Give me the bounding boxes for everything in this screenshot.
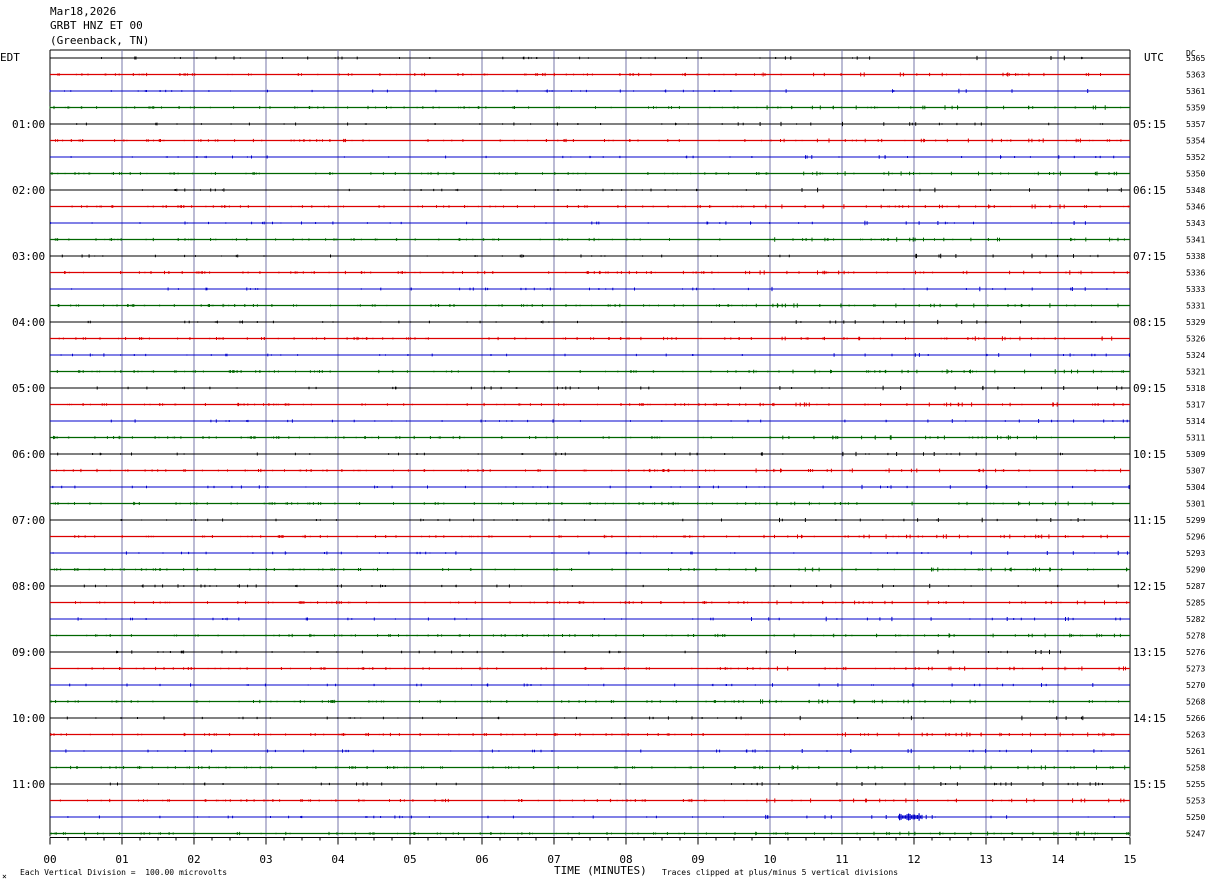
dc-value-label: 5326 xyxy=(1186,335,1205,344)
utc-hour-label: 12:15 xyxy=(1133,580,1166,593)
x-tick-label: 03 xyxy=(259,853,272,866)
x-tick-label: 15 xyxy=(1123,853,1136,866)
dc-value-label: 5258 xyxy=(1186,764,1205,773)
dc-value-label: 5350 xyxy=(1186,170,1205,179)
scale-note: Each Vertical Division = 100.00 microvol… xyxy=(20,868,228,877)
dc-value-label: 5348 xyxy=(1186,186,1205,195)
dc-value-label: 5331 xyxy=(1186,302,1205,311)
dc-value-label: 5314 xyxy=(1186,417,1205,426)
x-tick-label: 05 xyxy=(403,853,416,866)
utc-hour-label: 10:15 xyxy=(1133,448,1166,461)
dc-value-label: 5363 xyxy=(1186,71,1205,80)
dc-value-label: 5361 xyxy=(1186,87,1205,96)
x-tick-label: 12 xyxy=(907,853,920,866)
dc-value-label: 5278 xyxy=(1186,632,1205,641)
x-tick-label: 11 xyxy=(835,853,848,866)
corner-mark: × xyxy=(2,872,7,881)
x-tick-label: 02 xyxy=(187,853,200,866)
dc-value-label: 5270 xyxy=(1186,681,1205,690)
event-burst xyxy=(899,813,922,821)
dc-label: DC xyxy=(1186,49,1196,58)
edt-hour-label: 03:00 xyxy=(12,250,45,263)
x-tick-label: 10 xyxy=(763,853,776,866)
utc-hour-label: 08:15 xyxy=(1133,316,1166,329)
dc-value-label: 5263 xyxy=(1186,731,1205,740)
x-tick-label: 00 xyxy=(43,853,56,866)
dc-value-label: 5336 xyxy=(1186,269,1205,278)
dc-value-label: 5250 xyxy=(1186,813,1205,822)
x-axis-title: TIME (MINUTES) xyxy=(554,864,647,877)
x-tick-label: 04 xyxy=(331,853,345,866)
dc-value-label: 5290 xyxy=(1186,566,1205,575)
edt-hour-label: 04:00 xyxy=(12,316,45,329)
dc-value-label: 5282 xyxy=(1186,615,1205,624)
dc-value-label: 5346 xyxy=(1186,203,1205,212)
dc-value-label: 5296 xyxy=(1186,533,1205,542)
dc-value-label: 5317 xyxy=(1186,401,1205,410)
edt-hour-label: 09:00 xyxy=(12,646,45,659)
utc-hour-label: 15:15 xyxy=(1133,778,1166,791)
dc-value-label: 5273 xyxy=(1186,665,1205,674)
dc-value-label: 5338 xyxy=(1186,252,1205,261)
dc-value-label: 5333 xyxy=(1186,285,1205,294)
dc-value-label: 5266 xyxy=(1186,714,1205,723)
dc-value-label: 5329 xyxy=(1186,318,1205,327)
utc-hour-label: 07:15 xyxy=(1133,250,1166,263)
utc-hour-label: 06:15 xyxy=(1133,184,1166,197)
edt-hour-label: 08:00 xyxy=(12,580,45,593)
dc-value-label: 5352 xyxy=(1186,153,1205,162)
dc-value-label: 5309 xyxy=(1186,450,1205,459)
utc-label: UTC xyxy=(1144,51,1164,64)
dc-value-label: 5321 xyxy=(1186,368,1205,377)
dc-value-label: 5293 xyxy=(1186,549,1205,558)
dc-value-label: 5304 xyxy=(1186,483,1205,492)
dc-value-label: 5285 xyxy=(1186,599,1205,608)
dc-value-label: 5311 xyxy=(1186,434,1205,443)
edt-hour-label: 10:00 xyxy=(12,712,45,725)
clip-note: Traces clipped at plus/minus 5 vertical … xyxy=(662,868,899,877)
x-tick-label: 01 xyxy=(115,853,128,866)
dc-value-label: 5261 xyxy=(1186,747,1205,756)
edt-label: EDT xyxy=(0,51,20,64)
dc-value-label: 5301 xyxy=(1186,500,1205,509)
dc-value-label: 5341 xyxy=(1186,236,1205,245)
dc-value-label: 5287 xyxy=(1186,582,1205,591)
dc-value-label: 5324 xyxy=(1186,351,1205,360)
edt-hour-label: 02:00 xyxy=(12,184,45,197)
dc-value-label: 5255 xyxy=(1186,780,1205,789)
dc-value-label: 5299 xyxy=(1186,516,1205,525)
dc-value-label: 5359 xyxy=(1186,104,1205,113)
dc-value-label: 5307 xyxy=(1186,467,1205,476)
utc-hour-label: 09:15 xyxy=(1133,382,1166,395)
dc-value-label: 5343 xyxy=(1186,219,1205,228)
dc-value-label: 5354 xyxy=(1186,137,1205,146)
edt-hour-label: 01:00 xyxy=(12,118,45,131)
edt-hour-label: 05:00 xyxy=(12,382,45,395)
utc-hour-label: 11:15 xyxy=(1133,514,1166,527)
dc-value-label: 5276 xyxy=(1186,648,1205,657)
x-tick-label: 13 xyxy=(979,853,992,866)
utc-hour-label: 13:15 xyxy=(1133,646,1166,659)
utc-hour-label: 14:15 xyxy=(1133,712,1166,725)
dc-value-label: 5357 xyxy=(1186,120,1205,129)
x-tick-label: 06 xyxy=(475,853,488,866)
utc-hour-label: 05:15 xyxy=(1133,118,1166,131)
x-tick-label: 09 xyxy=(691,853,704,866)
helicorder-chart: 5365536353615359535753545352535053485346… xyxy=(0,49,1205,866)
edt-hour-label: 07:00 xyxy=(12,514,45,527)
edt-hour-label: 06:00 xyxy=(12,448,45,461)
dc-value-label: 5268 xyxy=(1186,698,1205,707)
dc-value-label: 5318 xyxy=(1186,384,1205,393)
x-tick-label: 14 xyxy=(1051,853,1065,866)
edt-hour-label: 11:00 xyxy=(12,778,45,791)
dc-value-label: 5247 xyxy=(1186,830,1205,839)
dc-value-label: 5253 xyxy=(1186,797,1205,806)
